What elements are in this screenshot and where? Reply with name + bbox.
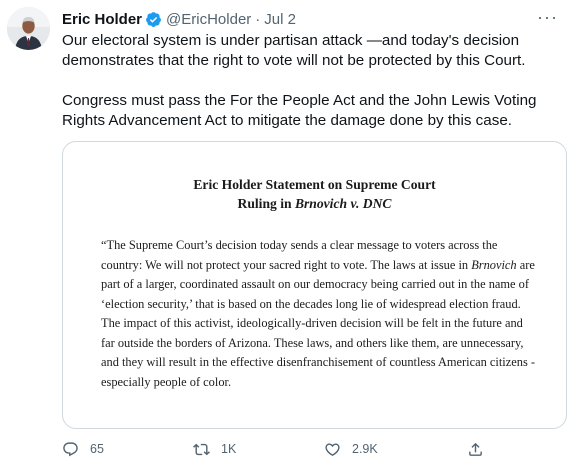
separator-dot: ·: [255, 10, 261, 28]
statement-body-italic: Brnovich: [471, 257, 517, 272]
reply-button[interactable]: 65: [62, 441, 104, 458]
share-button[interactable]: [467, 441, 484, 458]
tweet-header: Eric Holder @EricHolder · Jul 2 ···: [62, 7, 558, 29]
case-name: Brnovich v. DNC: [294, 196, 392, 211]
like-count: 2.9K: [352, 442, 378, 456]
tweet-paragraph: Congress must pass the For the People Ac…: [62, 92, 537, 129]
statement-body-part-2: are part of a larger, coordinated assaul…: [101, 257, 535, 389]
statement-title-line-2: Ruling in Brnovich v. DNC: [63, 194, 566, 213]
reply-count: 65: [90, 442, 104, 456]
statement-title-line-1: Eric Holder Statement on Supreme Court: [193, 177, 436, 192]
statement-body: “The Supreme Court’s decision today send…: [101, 236, 535, 392]
retweet-button[interactable]: 1K: [193, 441, 236, 458]
more-horizontal-icon[interactable]: ···: [537, 7, 558, 28]
avatar[interactable]: [7, 7, 50, 50]
heart-icon: [325, 442, 340, 456]
tweet-text: Our electoral system is under partisan a…: [62, 31, 568, 131]
share-icon: [469, 442, 482, 456]
author-display-name[interactable]: Eric Holder: [62, 11, 142, 28]
verified-badge-icon: [145, 11, 162, 28]
like-button[interactable]: 2.9K: [324, 441, 378, 458]
author-handle[interactable]: @EricHolder: [166, 11, 251, 28]
tweet-date[interactable]: Jul 2: [264, 11, 296, 28]
statement-title: Eric Holder Statement on Supreme Court R…: [63, 175, 566, 213]
tweet-paragraph: Our electoral system is under partisan a…: [62, 32, 526, 69]
statement-body-part-1: “The Supreme Court’s decision today send…: [101, 238, 498, 272]
statement-image-card[interactable]: Eric Holder Statement on Supreme Court R…: [62, 141, 567, 429]
retweet-icon: [193, 443, 210, 455]
tweet-actions: 65 1K 2.9K: [62, 439, 502, 459]
title-prefix: Ruling in: [237, 196, 295, 211]
retweet-count: 1K: [221, 442, 237, 456]
reply-icon: [63, 441, 78, 456]
